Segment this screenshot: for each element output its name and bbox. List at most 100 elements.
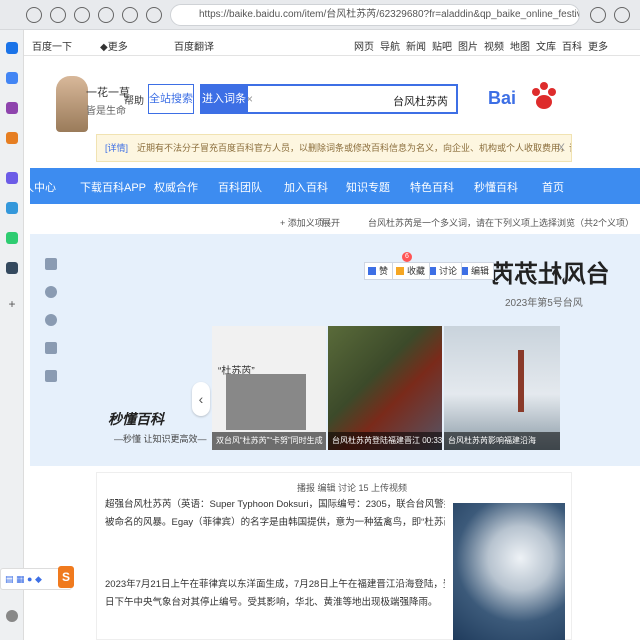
browser-tab-bar: https://baike.baidu.com/item/台风杜苏芮/62329… bbox=[0, 0, 640, 30]
discuss-label: 讨论 bbox=[439, 266, 458, 276]
paragraph: 超强台风杜苏芮（英语：Super Typhoon Doksuri，国际编号：23… bbox=[105, 499, 445, 510]
notice-text: 近期有不法分子冒充百度百科官方人员，以删除词条或修改百科信息为名义，向企业、机构… bbox=[137, 143, 571, 153]
star-icon[interactable] bbox=[45, 258, 57, 270]
bookmark-item[interactable]: 新闻 bbox=[406, 38, 426, 53]
card-caption: 台风杜苏芮登陆福建晋江 00:33 bbox=[328, 432, 442, 450]
nav-join[interactable]: 加入百科 bbox=[284, 179, 328, 195]
history-icon[interactable] bbox=[74, 7, 90, 23]
extension-icon[interactable] bbox=[50, 7, 66, 23]
polysemy-note: 台风杜苏芮是一个多义词，请在下列义项上选择浏览（共2个义项） bbox=[367, 218, 634, 228]
profile-icon[interactable] bbox=[26, 7, 42, 23]
refresh-icon[interactable] bbox=[122, 7, 138, 23]
nav-personal-center[interactable]: 个人中心 bbox=[24, 179, 56, 195]
search-value: 台风杜苏芮 bbox=[393, 96, 448, 108]
bookmark-item[interactable]: 网页 bbox=[354, 38, 374, 53]
sogou-logo-icon[interactable]: S bbox=[58, 566, 74, 588]
baidu-paw-icon: Bai bbox=[488, 82, 556, 109]
card-caption: 台风杜苏芮影响福建沿海 bbox=[444, 432, 560, 450]
side-toolbar bbox=[40, 254, 62, 404]
baike-page: Bai 台风杜苏芮 × 进入词条 全站搜索 帮助 一花一草 皆是生命 [详情] … bbox=[24, 56, 640, 640]
bookmark-item[interactable]: 图片 bbox=[458, 38, 478, 53]
sync-icon[interactable] bbox=[6, 232, 18, 244]
page-title: 台风杜苏芮 bbox=[490, 261, 610, 288]
bookmark-item[interactable]: 导航 bbox=[380, 38, 400, 53]
warning-notice: [详情] 近期有不法分子冒充百度百科官方人员，以删除词条或修改百科信息为名义，向… bbox=[96, 134, 572, 162]
nav-download-app[interactable]: 下载百科APP bbox=[80, 179, 146, 195]
paragraph: 2023年7月21日上午在菲律宾以东洋面生成，7月28日上午在福建晋江沿海登陆，… bbox=[105, 579, 445, 590]
close-icon[interactable]: X bbox=[558, 135, 565, 161]
all-search-button[interactable]: 全站搜索 bbox=[148, 84, 194, 114]
bookmark-item[interactable]: 视频 bbox=[484, 38, 504, 53]
game-icon[interactable] bbox=[6, 172, 18, 184]
search-icon[interactable] bbox=[6, 72, 18, 84]
like-button[interactable]: 赞 bbox=[364, 262, 394, 280]
video-card[interactable]: “杜苏芮” 双台风“杜苏芮”“卡努”同时生成 bbox=[212, 326, 326, 450]
main-nav: 首页 秒懂百科 特色百科 知识专题 加入百科 百科团队 权威合作 下载百科APP… bbox=[24, 168, 640, 204]
video-card[interactable]: 台风杜苏芮影响福建沿海 bbox=[444, 326, 560, 450]
entry-meta[interactable]: 播报 编辑 讨论 15 上传视频 bbox=[297, 481, 407, 494]
favorite-button[interactable]: 收藏 bbox=[392, 262, 431, 280]
notification-icon[interactable] bbox=[6, 42, 18, 54]
nav-topics[interactable]: 知识专题 bbox=[346, 179, 390, 195]
wechat-icon[interactable] bbox=[45, 314, 57, 326]
notice-detail-link[interactable]: [详情] bbox=[105, 135, 128, 161]
typhoon-satellite-image[interactable] bbox=[453, 503, 565, 640]
address-bar[interactable]: https://baike.baidu.com/item/台风杜苏芮/62329… bbox=[170, 4, 580, 26]
url-text: https://baike.baidu.com/item/台风杜苏芮/62329… bbox=[199, 9, 580, 20]
video-card[interactable]: 台风杜苏芮登陆福建晋江 00:33 bbox=[328, 326, 442, 450]
bookmark-item[interactable]: 百科 bbox=[562, 38, 582, 53]
breadcrumb: 台风杜苏芮是一个多义词，请在下列义项上选择浏览（共2个义项） 展开 + 添加义项 bbox=[94, 212, 634, 232]
voice-icon[interactable] bbox=[45, 342, 57, 354]
nav-team[interactable]: 百科团队 bbox=[218, 179, 262, 195]
notification-badge: 6 bbox=[402, 252, 412, 262]
home-icon[interactable] bbox=[146, 7, 162, 23]
nav-home[interactable]: 首页 bbox=[542, 179, 564, 195]
nav-miaodong[interactable]: 秒懂百科 bbox=[474, 179, 518, 195]
nav-featured[interactable]: 特色百科 bbox=[410, 179, 454, 195]
back-icon[interactable] bbox=[590, 7, 606, 23]
mail-icon[interactable] bbox=[6, 262, 18, 274]
bookmark-item[interactable]: 百度翻译 bbox=[174, 38, 214, 53]
favorite-label: 收藏 bbox=[407, 266, 426, 276]
nav-partners[interactable]: 权威合作 bbox=[154, 179, 198, 195]
settings-icon[interactable] bbox=[98, 7, 114, 23]
gear-icon[interactable] bbox=[6, 610, 18, 622]
miaodong-subslogan: —秒懂 让知识更高效— bbox=[114, 434, 207, 444]
like-label: 赞 bbox=[379, 266, 389, 276]
paragraph: 被命名的风暴。Egay（菲律宾）的名字是由韩国提供，意为一种猛禽鸟，即“杜苏芮”… bbox=[105, 517, 445, 528]
paragraph: 日下午中央气象台对其停止编号。受其影响，华北、黄淮等地出现极端强降雨。 bbox=[105, 597, 438, 608]
thumb-icon bbox=[368, 267, 376, 275]
bookmark-icon[interactable] bbox=[6, 102, 18, 114]
add-icon[interactable]: + bbox=[6, 298, 18, 310]
shopping-icon[interactable] bbox=[6, 132, 18, 144]
phone-icon[interactable] bbox=[45, 370, 57, 382]
bookmark-item[interactable]: 百度一下 bbox=[32, 38, 72, 53]
bookmark-item[interactable]: ◆更多 bbox=[100, 38, 128, 53]
logo-text: Bai bbox=[488, 88, 516, 108]
tower-image bbox=[518, 350, 524, 412]
motto-line-2: 皆是生命 bbox=[86, 106, 126, 117]
video-thumbnail bbox=[226, 374, 306, 430]
bookmark-item[interactable]: 更多 bbox=[588, 38, 608, 53]
bookmarks-bar: 网页 导航 新闻 贴吧 图片 视频 地图 文库 百科 更多 百度翻译 ◆更多 百… bbox=[24, 30, 640, 56]
motto-line-1: 一花一草 bbox=[86, 87, 130, 99]
add-sense-button[interactable]: + 添加义项 bbox=[280, 216, 324, 229]
bookmark-item[interactable]: 贴吧 bbox=[432, 38, 452, 53]
baike-logo[interactable]: Bai bbox=[486, 78, 558, 112]
input-method-icon[interactable]: ▤ ▦ ● ◆ bbox=[5, 574, 42, 585]
miaodong-slogan[interactable]: 秒懂百科 bbox=[108, 409, 164, 429]
share-icon[interactable] bbox=[45, 286, 57, 298]
bookmark-item[interactable]: 地图 bbox=[510, 38, 530, 53]
expand-button[interactable]: 展开 bbox=[322, 216, 340, 229]
bookmark-item[interactable]: 文库 bbox=[536, 38, 556, 53]
app-icon[interactable] bbox=[6, 202, 18, 214]
forward-icon[interactable] bbox=[614, 7, 630, 23]
entry-subtitle: 2023年第5号台风 bbox=[505, 298, 583, 309]
search-input[interactable]: 台风杜苏芮 × bbox=[238, 84, 458, 114]
avatar bbox=[56, 76, 88, 132]
edit-label: 编辑 bbox=[471, 266, 490, 276]
carousel-prev-button[interactable]: ‹ bbox=[192, 382, 210, 416]
entry-hero: 台风杜苏芮 2023年第5号台风 编辑 讨论 收藏 赞 6 ‹ “杜苏芮” 双台… bbox=[30, 234, 640, 466]
enter-entry-button[interactable]: 进入词条 bbox=[200, 84, 248, 114]
star-icon bbox=[396, 267, 404, 275]
